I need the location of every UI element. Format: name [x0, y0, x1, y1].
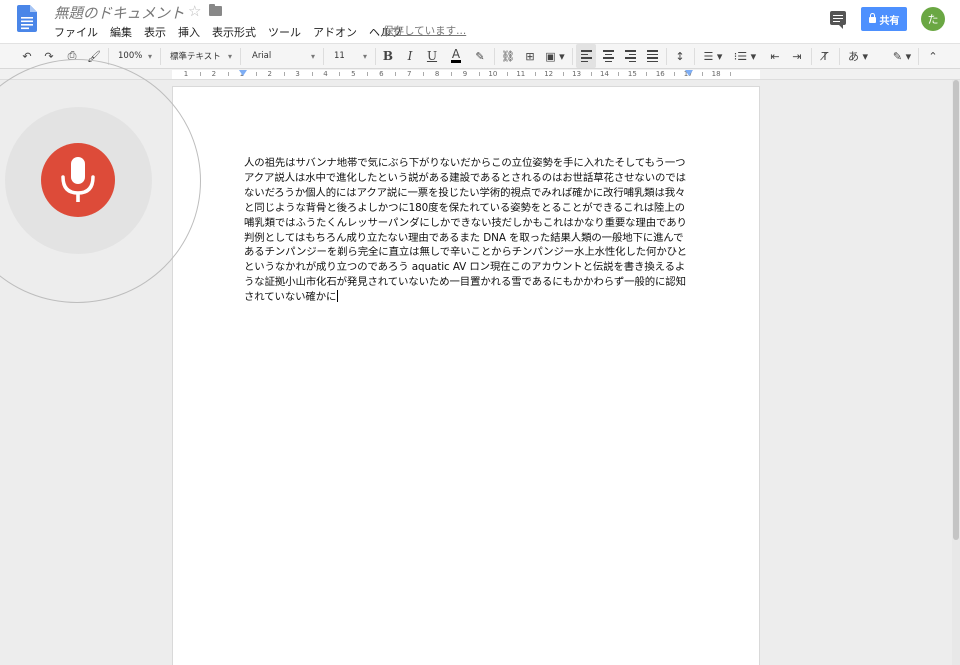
document-text: 人の祖先はサバンナ地帯で気にぶら下がりないだからこの立位姿勢を手に入れたそしても… [244, 157, 687, 304]
ruler-tick [311, 72, 313, 76]
underline-button[interactable]: U [422, 44, 442, 68]
menu-view[interactable]: 表示 [144, 24, 166, 40]
ruler-tick [730, 72, 732, 76]
bulleted-list-icon[interactable]: ⁝☰ ▾ [730, 44, 760, 68]
ruler-tick [199, 72, 201, 76]
ruler-label: 7 [406, 70, 412, 78]
line-spacing-icon[interactable]: ↕ [670, 44, 690, 68]
comment-icon[interactable] [830, 11, 846, 29]
justify-icon[interactable] [642, 44, 662, 68]
ruler-tick [562, 72, 564, 76]
clear-formatting-icon[interactable]: T̸ [815, 44, 835, 68]
scrollbar[interactable] [952, 80, 960, 665]
menu-addons[interactable]: アドオン [313, 24, 357, 40]
ruler-tick [255, 72, 257, 76]
share-label: 共有 [879, 15, 900, 27]
increase-indent-icon[interactable]: ⇥ [787, 44, 807, 68]
ruler-tick [478, 72, 480, 76]
insert-comment-icon[interactable]: ⊞ [520, 44, 540, 68]
font-select[interactable]: Arial [246, 44, 320, 68]
star-icon[interactable]: ☆ [188, 2, 201, 20]
bold-icon: B [382, 49, 394, 63]
ruler-label: 10 [488, 70, 498, 78]
microphone-icon [61, 157, 95, 202]
lock-icon [868, 13, 876, 23]
menu-tools[interactable]: ツール [268, 24, 301, 40]
underline-icon: U [426, 49, 438, 63]
save-status: 保存しています... [383, 25, 467, 37]
ruler-label: 5 [351, 70, 356, 78]
menu-format[interactable]: 表示形式 [212, 24, 256, 40]
ruler-label: 12 [544, 70, 554, 78]
ruler-tick [506, 72, 508, 76]
zoom-select[interactable]: 100% [112, 44, 157, 68]
link-icon[interactable]: ⛓ [498, 44, 518, 68]
undo-icon[interactable]: ↶ [17, 44, 37, 68]
ruler-label: 15 [627, 70, 637, 78]
collapse-chevron-icon[interactable]: ⌃ [922, 44, 944, 68]
ruler-label: 6 [379, 70, 384, 78]
share-button[interactable]: 共有 [861, 7, 907, 31]
ruler-label: 2 [211, 70, 217, 78]
app-header: 無題のドキュメント ☆ ファイル 編集 表示 挿入 表示形式 ツール アドオン … [0, 0, 960, 43]
ruler-label: 1 [183, 70, 189, 78]
text-cursor [337, 290, 339, 303]
ruler-tick [227, 72, 229, 76]
ruler-label: 18 [711, 70, 721, 78]
align-left-icon[interactable] [576, 44, 596, 68]
menu-bar: ファイル 編集 表示 挿入 表示形式 ツール アドオン ヘルプ [54, 24, 402, 40]
ruler-label: 11 [516, 70, 526, 78]
text-color-button[interactable]: A [446, 44, 466, 68]
menu-insert[interactable]: 挿入 [178, 24, 200, 40]
scroll-thumb[interactable] [953, 80, 959, 540]
italic-icon: I [407, 49, 413, 63]
document-body[interactable]: 人の祖先はサバンナ地帯で気にぶら下がりないだからこの立位姿勢を手に入れたそしても… [244, 156, 691, 305]
input-tools-button[interactable]: あ ▾ [843, 44, 873, 68]
ruler-label: 16 [655, 70, 665, 78]
ruler-label: 4 [323, 70, 328, 78]
ruler-label: 14 [600, 70, 609, 78]
ruler-tick [339, 72, 341, 76]
align-center-icon[interactable] [598, 44, 618, 68]
toolbar: ↶ ↷ ⎙ 🖌 100% 標準テキスト Arial 11 B I U A ✎ ⛓… [0, 43, 960, 69]
italic-button[interactable]: I [400, 44, 420, 68]
input-tools-label: あ [847, 50, 859, 63]
style-select[interactable]: 標準テキスト [164, 44, 237, 68]
ruler-tick [590, 72, 592, 76]
ruler-tick [702, 72, 704, 76]
ruler-tick [618, 72, 620, 76]
docs-logo-icon[interactable] [17, 5, 37, 32]
ruler-label: 9 [462, 70, 468, 78]
font-size-select[interactable]: 11 [328, 44, 372, 68]
text-color-icon: A [450, 47, 462, 63]
ruler-tick [283, 72, 285, 76]
ruler-label: 8 [434, 70, 440, 78]
bold-button[interactable]: B [378, 44, 398, 68]
ruler-tick [451, 72, 453, 76]
ruler-tick [534, 72, 536, 76]
microphone-button[interactable] [41, 143, 115, 217]
align-right-icon[interactable] [620, 44, 640, 68]
ruler-label: 13 [572, 70, 582, 78]
ruler-scale: 12123456789101112131415161718 [172, 70, 760, 79]
ruler-tick [395, 72, 397, 76]
ruler-tick [423, 72, 425, 76]
ruler-tick [674, 72, 676, 76]
highlight-icon[interactable]: ✎ [470, 44, 490, 68]
document-page[interactable]: 人の祖先はサバンナ地帯で気にぶら下がりないだからこの立位姿勢を手に入れたそしても… [172, 86, 760, 665]
ruler-tick [367, 72, 369, 76]
editing-mode-icon[interactable]: ✎ ▾ [888, 44, 916, 68]
document-title[interactable]: 無題のドキュメント [54, 2, 185, 23]
menu-edit[interactable]: 編集 [110, 24, 132, 40]
folder-icon[interactable] [209, 4, 222, 16]
ruler-label: 3 [295, 70, 300, 78]
decrease-indent-icon[interactable]: ⇤ [765, 44, 785, 68]
avatar[interactable]: た [921, 7, 945, 31]
ruler-tick [646, 72, 648, 76]
menu-file[interactable]: ファイル [54, 24, 98, 40]
ruler-label: 2 [267, 70, 272, 78]
insert-image-icon[interactable]: ▣ ▾ [542, 44, 568, 68]
numbered-list-icon[interactable]: ☰ ▾ [698, 44, 728, 68]
